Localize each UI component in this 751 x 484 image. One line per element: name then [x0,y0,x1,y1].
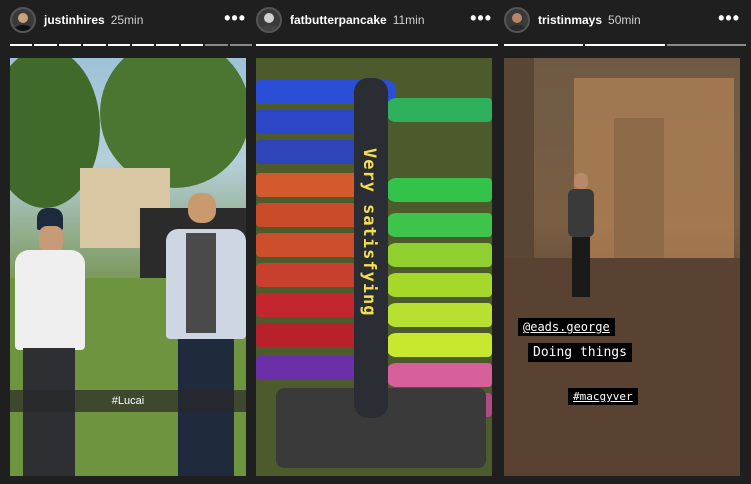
story-text: Doing things [528,343,632,362]
story-text-content: Doing things [533,345,627,360]
progress-segment [504,44,584,46]
progress-segment [229,44,253,46]
progress-segment [156,44,179,46]
sidewalk [504,258,740,476]
progress-segment [585,44,665,46]
doorway [614,118,664,258]
strip [386,303,492,327]
story-text-overlay: Very satisfying [359,148,379,317]
pillar [504,58,534,258]
story-header: justinhires 25min ••• [10,6,252,34]
timestamp: 11min [392,13,425,27]
story-card-justinhires[interactable]: justinhires 25min ••• #Lucai [10,0,253,484]
person [566,173,596,303]
more-options-icon[interactable]: ••• [224,8,246,28]
progress-segment [666,44,746,46]
story-header: fatbutterpancake 11min ••• [256,6,498,34]
story-card-fatbutterpancake[interactable]: fatbutterpancake 11min ••• Very satisfyi… [256,0,498,484]
username[interactable]: justinhires [44,13,105,27]
strip [386,178,492,202]
progress-segment [10,44,33,46]
story-progress [10,44,253,47]
story-media[interactable]: @eads.george Doing things #macgyver [504,58,740,476]
hashtag-text[interactable]: #macgyver [573,390,633,403]
timestamp: 50min [608,13,641,27]
progress-segment [132,44,155,46]
mention-text[interactable]: @eads.george [523,320,610,334]
person [160,193,246,476]
progress-segment [83,44,106,46]
strip [386,213,492,237]
story-media[interactable]: Very satisfying [256,58,492,476]
hashtag-sticker[interactable]: #macgyver [568,388,638,405]
strip [386,273,492,297]
story-header: tristinmays 50min ••• [504,6,746,34]
story-media[interactable]: #Lucai [10,58,246,476]
strip [386,98,492,122]
progress-segment [205,44,228,46]
story-progress [256,44,498,47]
username[interactable]: tristinmays [538,13,602,27]
mention-sticker[interactable]: @eads.george [518,318,615,336]
caption-text: #Lucai [111,395,145,407]
progress-segment [34,44,57,46]
avatar[interactable] [10,7,36,33]
avatar[interactable] [504,7,530,33]
caption-bar: #Lucai [10,390,246,412]
username[interactable]: fatbutterpancake [290,13,387,27]
strip [386,363,492,387]
avatar[interactable] [256,7,282,33]
more-options-icon[interactable]: ••• [718,8,740,28]
timestamp: 25min [110,13,144,27]
progress-segment [180,44,204,46]
progress-segment [107,44,131,46]
story-progress [504,44,746,47]
progress-segment [256,44,498,46]
strip [386,243,492,267]
progress-segment [58,44,82,46]
strip [386,333,492,357]
person [15,208,85,476]
story-card-tristinmays[interactable]: tristinmays 50min ••• @eads.george Doing… [504,0,746,484]
more-options-icon[interactable]: ••• [470,8,492,28]
